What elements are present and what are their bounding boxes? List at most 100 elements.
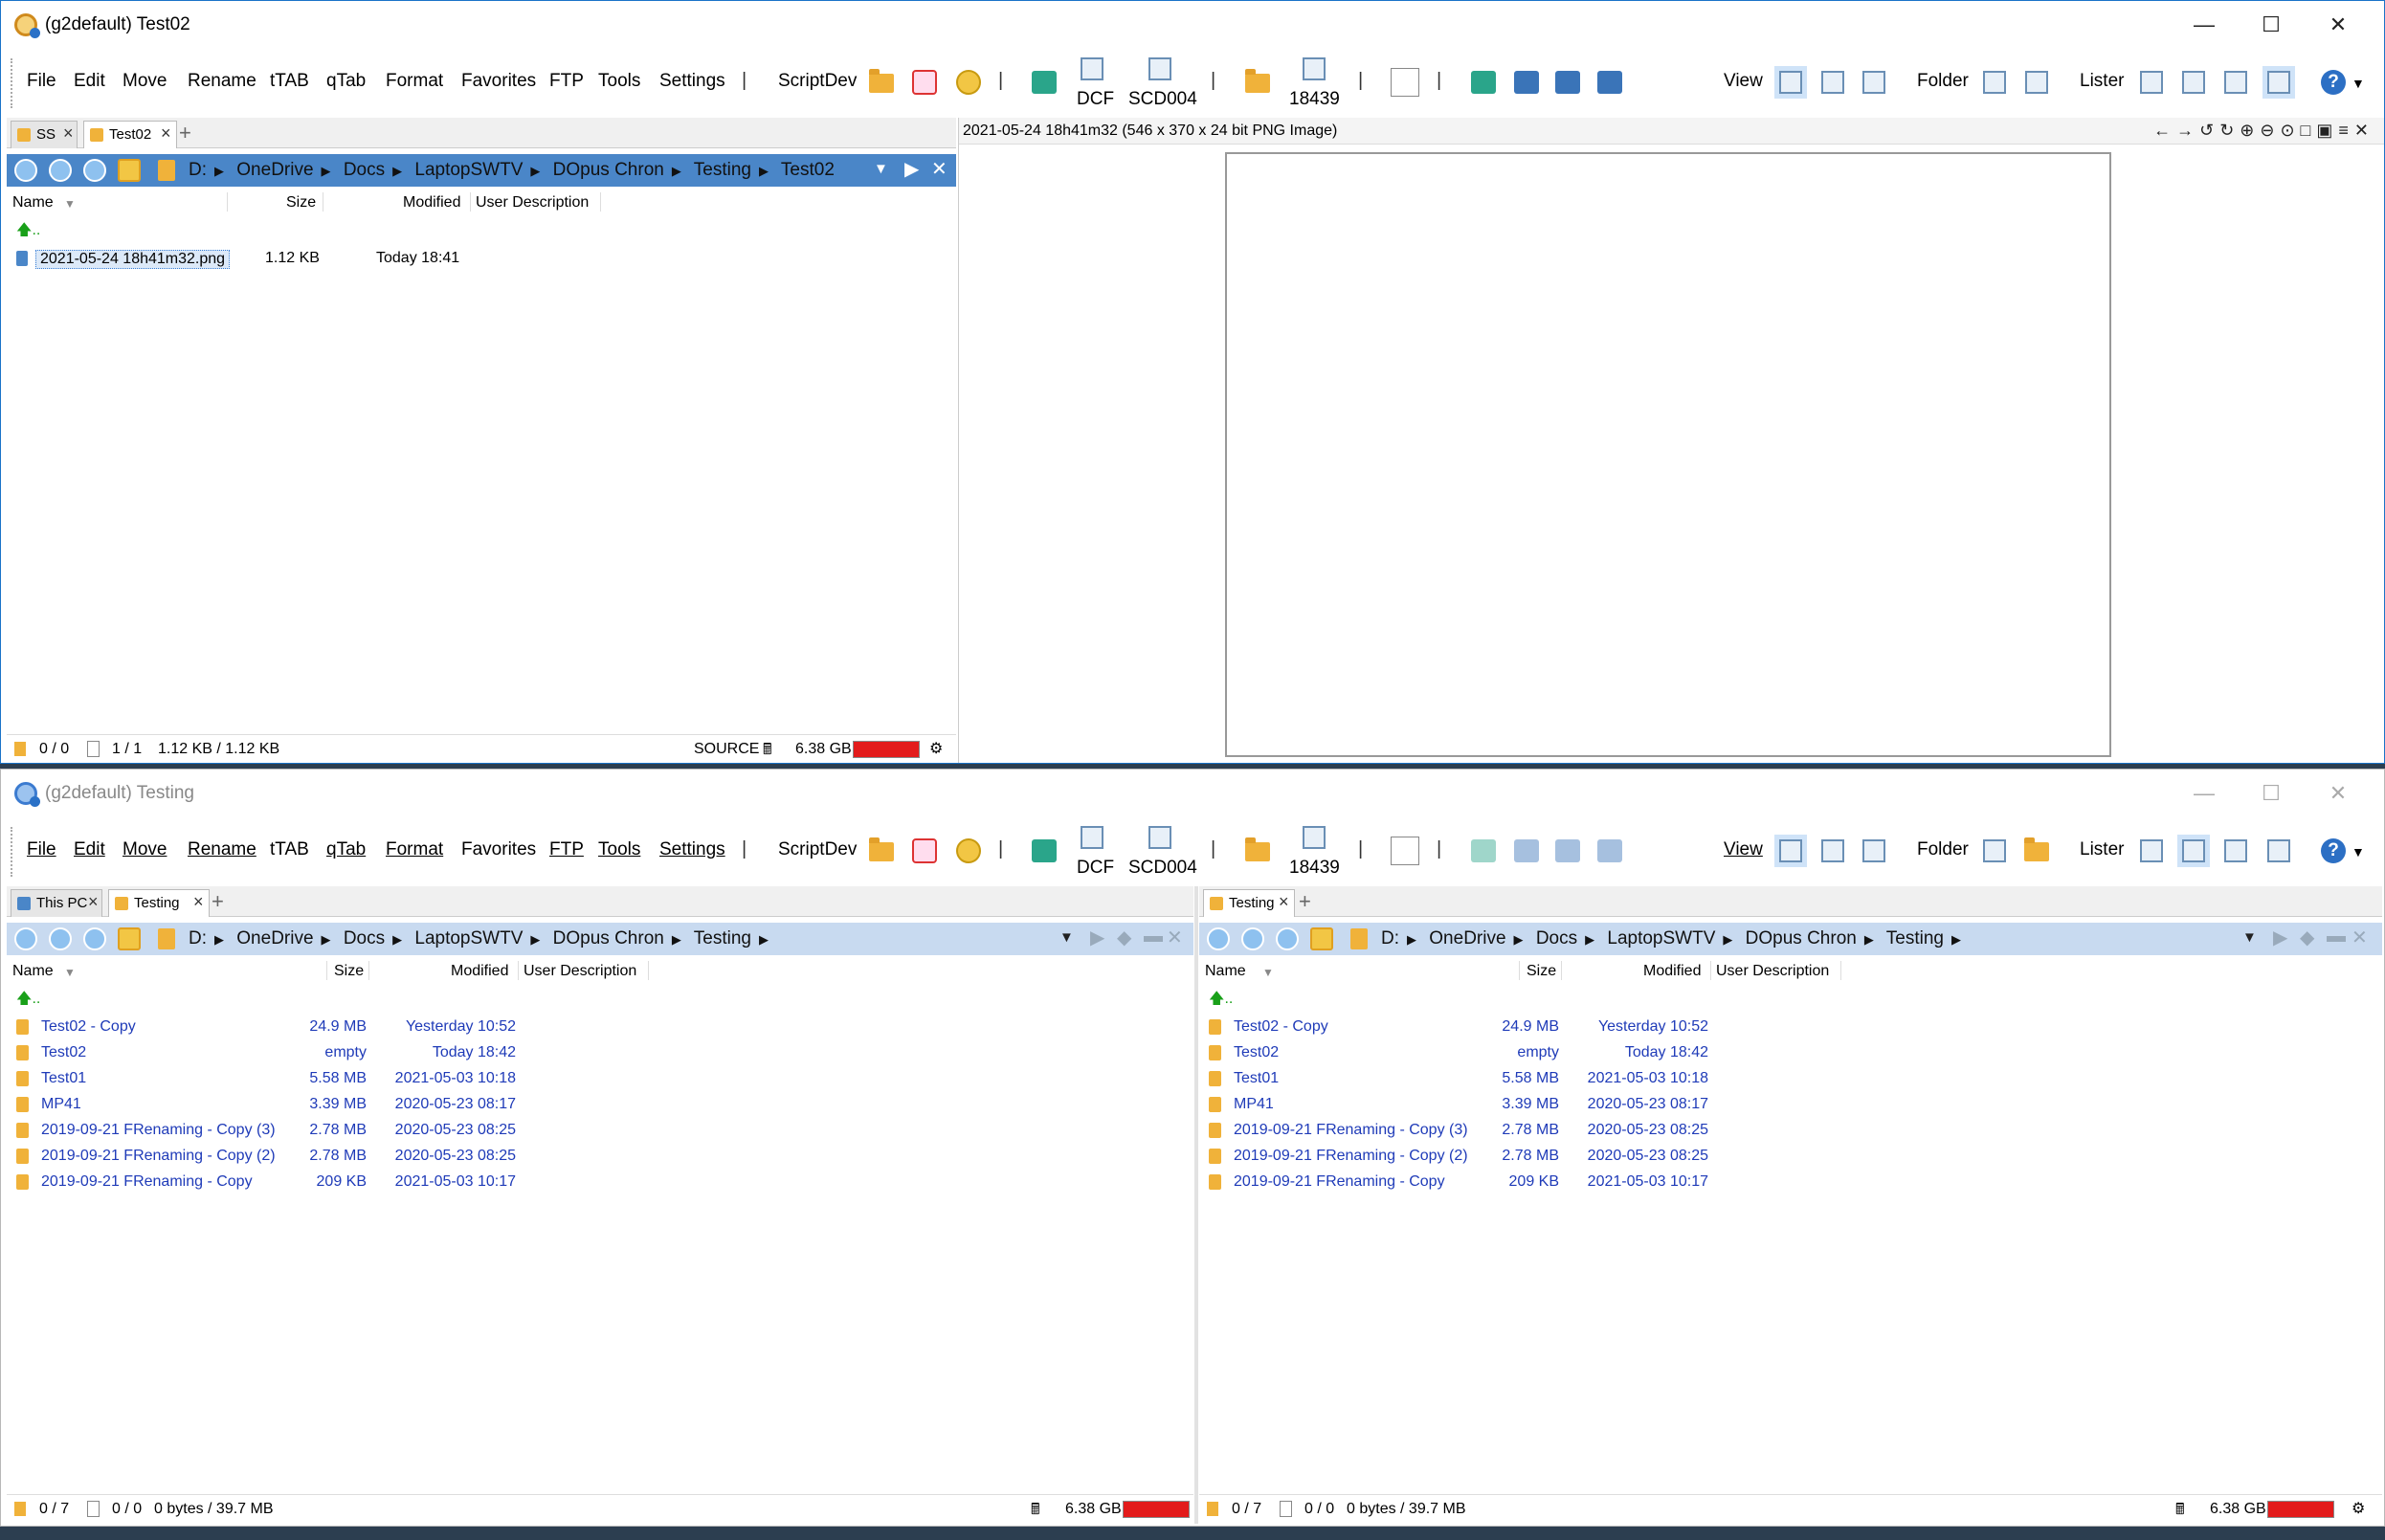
menu-ttab[interactable]: tTAB [270, 71, 309, 92]
view-power-icon[interactable] [1817, 835, 1849, 867]
scd004-label[interactable]: SCD004 [1128, 89, 1197, 110]
title-bar[interactable]: (g2default) Testing — ☐ ✕ [1, 770, 2384, 817]
close-button[interactable]: ✕ [2317, 777, 2359, 810]
copy-icon[interactable] [1551, 66, 1584, 99]
folder-label[interactable]: Folder [1917, 839, 1969, 860]
menu-rename[interactable]: Rename [188, 71, 256, 92]
paste-icon[interactable] [1241, 66, 1274, 99]
breadcrumb[interactable]: D: ▶ OneDrive ▶ Docs ▶ LaptopSWTV ▶ DOpus Ch… [189, 160, 842, 181]
menu-file[interactable]: File [27, 839, 56, 860]
up-icon[interactable] [1276, 927, 1299, 950]
col-user-description[interactable]: User Description [476, 194, 589, 212]
tab-test02[interactable]: Test02 × [83, 121, 177, 148]
crumb-docs[interactable]: Docs [1536, 928, 1577, 949]
help-dropdown-icon[interactable]: ▼ [2352, 76, 2365, 91]
folder-row[interactable]: 2019-09-21 FRenaming - Copy (2) 2.78 MB 20… [1199, 1144, 2382, 1169]
lister-label[interactable]: Lister [2080, 71, 2124, 92]
close-tab-icon[interactable]: × [63, 120, 74, 146]
folder-name[interactable]: Test01 [1234, 1070, 1279, 1087]
folder-name[interactable]: 2019-09-21 FRenaming - Copy (3) [1234, 1122, 1468, 1139]
col-modified[interactable]: Modified [403, 194, 460, 212]
folder-dual-icon[interactable] [2020, 66, 2053, 99]
lister-viewer-icon[interactable] [2262, 66, 2295, 99]
folder-row[interactable]: 2019-09-21 FRenaming - Copy (2) 2.78 MB 20… [7, 1144, 1193, 1169]
maximize-button[interactable]: ☐ [2250, 777, 2292, 810]
folder-row[interactable]: 2019-09-21 FRenaming - Copy (3) 2.78 MB 20… [1199, 1118, 2382, 1143]
play-icon[interactable] [1467, 66, 1500, 99]
pane-link-icon[interactable]: ◆ [2300, 926, 2314, 949]
file-name[interactable]: 2021-05-24 18h41m32.png [35, 250, 231, 269]
paste-icon[interactable] [1241, 835, 1274, 867]
crumb-dopus-chron[interactable]: DOpus Chron [1746, 928, 1857, 949]
crumb-laptopswtv[interactable]: LaptopSWTV [1607, 928, 1715, 949]
folder-name[interactable]: 2019-09-21 FRenaming - Copy [1234, 1173, 1445, 1191]
folder-row[interactable]: MP41 3.39 MB 2020-05-23 08:17 [7, 1092, 1193, 1117]
col-size[interactable]: Size [334, 963, 364, 980]
counter-label[interactable]: 18439 [1289, 858, 1340, 879]
crumb-testing[interactable]: Testing [694, 928, 751, 949]
pane-splitter[interactable] [1194, 886, 1198, 1524]
toolbar-grip[interactable] [11, 827, 13, 877]
minimize-button[interactable]: — [2183, 9, 2225, 41]
lister-viewer-icon[interactable] [2262, 835, 2295, 867]
menu-qtab[interactable]: qTab [326, 71, 366, 92]
menu-ttab[interactable]: tTAB [270, 839, 309, 860]
back-icon[interactable] [1207, 927, 1230, 950]
help-dropdown-icon[interactable]: ▼ [2352, 844, 2365, 859]
dual-pane-icon[interactable] [1028, 835, 1060, 867]
copy-icon[interactable] [1551, 835, 1584, 867]
forward-icon[interactable] [49, 159, 72, 182]
crumb-dopus-chron[interactable]: DOpus Chron [553, 928, 664, 949]
up-icon[interactable] [83, 159, 106, 182]
new-tab-icon[interactable]: + [1299, 889, 1311, 914]
folder-name[interactable]: MP41 [1234, 1096, 1274, 1113]
minimize-button[interactable]: — [2183, 777, 2225, 810]
menu-settings[interactable]: Settings [659, 839, 725, 860]
move-icon[interactable] [1594, 66, 1626, 99]
lister-vertical-icon[interactable] [2177, 835, 2210, 867]
pane-lock-icon[interactable]: ▶ [1090, 926, 1104, 949]
lister-vertical-icon[interactable] [2177, 66, 2210, 99]
menu-scriptdev[interactable]: ScriptDev [778, 71, 857, 92]
menu-rename[interactable]: Rename [188, 839, 256, 860]
dcf-label[interactable]: DCF [1077, 858, 1114, 879]
crumb-docs[interactable]: Docs [344, 928, 385, 949]
breadcrumb[interactable]: D: ▶ OneDrive ▶ Docs ▶ LaptopSWTV ▶ DOpus Ch… [189, 928, 776, 949]
dual-pane-icon[interactable] [1028, 66, 1060, 99]
folder-row[interactable]: Test02 empty Today 18:42 [7, 1040, 1193, 1065]
folder-name[interactable]: MP41 [41, 1096, 81, 1113]
counter-label[interactable]: 18439 [1289, 89, 1340, 110]
folder-row[interactable]: Test01 5.58 MB 2021-05-03 10:18 [7, 1066, 1193, 1091]
smiley-icon[interactable] [952, 66, 985, 99]
tab-this-pc[interactable]: This PC × [11, 889, 102, 917]
lister-tree-icon[interactable] [2219, 835, 2252, 867]
smiley-icon[interactable] [952, 835, 985, 867]
col-user-description[interactable]: User Description [524, 963, 636, 980]
layout-icon[interactable] [865, 66, 898, 99]
folder-name[interactable]: 2019-09-21 FRenaming - Copy [41, 1173, 253, 1191]
path-dropdown-icon[interactable]: ▼ [2242, 929, 2257, 946]
close-tab-icon[interactable]: × [88, 888, 99, 915]
close-pane-icon[interactable]: ✕ [1167, 926, 1183, 949]
col-name[interactable]: Name [12, 194, 54, 212]
folder-name[interactable]: Test02 [1234, 1044, 1279, 1061]
col-modified[interactable]: Modified [451, 963, 508, 980]
up-icon[interactable] [83, 927, 106, 950]
folder-name[interactable]: Test02 - Copy [41, 1018, 136, 1036]
scd004-icon[interactable] [1144, 821, 1176, 854]
blank-button-icon[interactable] [1389, 66, 1421, 99]
sync-status-icon[interactable]: ⚙ [929, 739, 943, 758]
folder-dual-icon[interactable] [2020, 835, 2053, 867]
blank-button-icon[interactable] [1389, 835, 1421, 867]
crumb-test02[interactable]: Test02 [781, 160, 835, 180]
play-icon[interactable] [1467, 835, 1500, 867]
view-label[interactable]: View [1724, 839, 1763, 860]
dcf-icon[interactable] [1076, 821, 1108, 854]
crumb-docs[interactable]: Docs [344, 160, 385, 180]
breadcrumb[interactable]: D: ▶ OneDrive ▶ Docs ▶ LaptopSWTV ▶ DOpus Ch… [1381, 928, 1969, 949]
close-tab-icon[interactable]: × [193, 888, 204, 915]
folder-row[interactable]: Test02 - Copy 24.9 MB Yesterday 10:52 [7, 1015, 1193, 1039]
view-thumbnails-icon[interactable] [1858, 66, 1890, 99]
folder-name[interactable]: 2019-09-21 FRenaming - Copy (3) [41, 1122, 276, 1139]
menu-scriptdev[interactable]: ScriptDev [778, 839, 857, 860]
